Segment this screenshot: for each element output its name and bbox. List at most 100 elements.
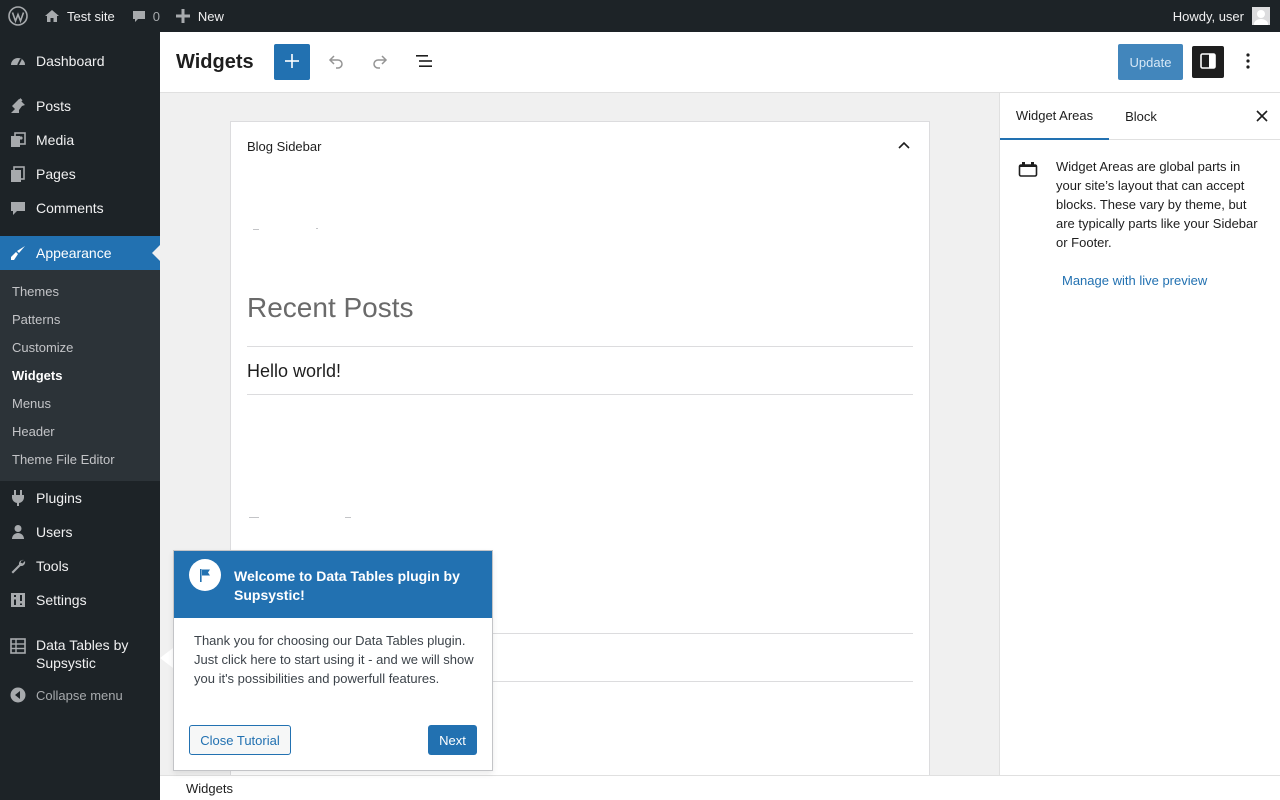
table-icon xyxy=(0,637,36,655)
settings-icon xyxy=(0,591,36,609)
comment-icon xyxy=(0,199,36,217)
sidebar-item-posts[interactable]: Posts xyxy=(0,89,160,123)
tutorial-body: Thank you for choosing our Data Tables p… xyxy=(194,633,474,686)
greeting: Howdy, user xyxy=(1172,8,1244,24)
undo-button[interactable] xyxy=(318,44,354,80)
sidebar-item-users[interactable]: Users xyxy=(0,515,160,549)
site-name: Test site xyxy=(67,8,115,24)
kebab-menu-icon xyxy=(1246,52,1250,73)
faint-mark xyxy=(253,229,259,230)
dashboard-icon xyxy=(0,52,36,70)
sidebar-item-label: Dashboard xyxy=(36,53,105,69)
sidebar-item-media[interactable]: Media xyxy=(0,123,160,157)
sidebar-item-plugins[interactable]: Plugins xyxy=(0,481,160,515)
collapse-arrow-icon xyxy=(0,687,36,703)
next-button[interactable]: Next xyxy=(428,725,477,755)
comment-icon xyxy=(131,8,147,24)
sidebar-item-label: Media xyxy=(36,132,75,148)
avatar xyxy=(1252,7,1270,25)
plugin-icon xyxy=(0,489,36,507)
wrench-icon xyxy=(0,557,36,575)
submenu-item-theme-file-editor[interactable]: Theme File Editor xyxy=(12,452,115,467)
comments-count: 0 xyxy=(152,8,160,24)
settings-sidebar: Widget Areas Block Widget Areas are glob… xyxy=(999,93,1280,775)
tutorial-popover: Welcome to Data Tables plugin by Supsyst… xyxy=(173,550,493,771)
new-content-link[interactable]: New xyxy=(168,0,232,32)
footer-bar: Widgets xyxy=(160,775,1280,800)
sidebar-item-pages[interactable]: Pages xyxy=(0,157,160,191)
collapse-menu-button[interactable]: Collapse menu xyxy=(0,680,160,710)
flag-icon xyxy=(189,559,221,591)
tutorial-header: Welcome to Data Tables plugin by Supsyst… xyxy=(174,551,492,618)
sidebar-item-comments[interactable]: Comments xyxy=(0,191,160,225)
new-label: New xyxy=(197,8,224,24)
sidebar-item-label: Comments xyxy=(36,200,104,216)
redo-button[interactable] xyxy=(362,44,398,80)
submenu-item-header[interactable]: Header xyxy=(12,424,55,439)
comments-link[interactable]: 0 xyxy=(123,0,168,32)
sidebar-tabs: Widget Areas Block xyxy=(1000,93,1280,140)
settings-toggle-button[interactable] xyxy=(1192,46,1224,78)
faint-mark xyxy=(345,517,351,518)
appearance-submenu: Themes Patterns Customize Widgets Menus … xyxy=(0,270,160,481)
pages-icon xyxy=(0,165,36,183)
sidebar-item-label: Plugins xyxy=(36,490,82,506)
tutorial-title: Welcome to Data Tables plugin by Supsyst… xyxy=(234,568,460,603)
wordpress-logo-icon[interactable] xyxy=(0,0,36,32)
sidebar-item-label: Appearance xyxy=(36,245,112,261)
undo-icon xyxy=(327,52,345,73)
close-tutorial-button[interactable]: Close Tutorial xyxy=(189,725,291,755)
sidebar-item-label: Pages xyxy=(36,166,76,182)
breadcrumb[interactable]: Widgets xyxy=(186,781,233,796)
admin-sidebar: Dashboard Posts Media Pages Comments App… xyxy=(0,32,160,800)
sidebar-item-dashboard[interactable]: Dashboard xyxy=(0,44,160,78)
paintbrush-icon xyxy=(0,244,36,262)
divider xyxy=(247,346,913,347)
post-link[interactable]: Hello world! xyxy=(247,361,341,382)
admin-bar: Test site 0 New Howdy, user xyxy=(0,0,1280,32)
submenu-item-themes[interactable]: Themes xyxy=(12,284,59,299)
chevron-up-icon[interactable] xyxy=(897,138,911,153)
widget-area-title[interactable]: Blog Sidebar xyxy=(247,139,321,154)
update-button[interactable]: Update xyxy=(1118,44,1183,80)
tab-block[interactable]: Block xyxy=(1109,93,1173,140)
recent-posts-heading[interactable]: Recent Posts xyxy=(247,292,414,324)
plus-icon xyxy=(175,9,190,23)
media-icon xyxy=(0,131,36,149)
list-view-icon xyxy=(414,51,434,74)
faint-mark xyxy=(249,517,259,518)
tab-widget-areas[interactable]: Widget Areas xyxy=(1000,93,1109,140)
sidebar-toggle-icon xyxy=(1199,52,1217,73)
faint-mark xyxy=(316,228,318,229)
widget-area-icon xyxy=(1018,161,1038,180)
sidebar-item-label: Posts xyxy=(36,98,72,114)
sidebar-item-tools[interactable]: Tools xyxy=(0,549,160,583)
submenu-item-patterns[interactable]: Patterns xyxy=(12,312,60,327)
sidebar-item-settings[interactable]: Settings xyxy=(0,583,160,617)
sidebar-item-label: Data Tables by Supsystic xyxy=(36,637,129,671)
sidebar-item-appearance[interactable]: Appearance xyxy=(0,236,160,270)
manage-live-preview-link[interactable]: Manage with live preview xyxy=(1062,273,1207,288)
my-account-link[interactable]: Howdy, user xyxy=(1165,0,1280,32)
add-block-button[interactable] xyxy=(274,44,310,80)
collapse-menu-label: Collapse menu xyxy=(36,687,123,703)
plus-icon xyxy=(284,53,300,72)
users-icon xyxy=(0,523,36,541)
divider xyxy=(247,394,913,395)
list-view-button[interactable] xyxy=(406,44,442,80)
submenu-item-widgets[interactable]: Widgets xyxy=(12,368,62,383)
home-icon xyxy=(44,8,60,24)
site-name-link[interactable]: Test site xyxy=(36,0,123,32)
sidebar-item-label: Tools xyxy=(36,558,69,574)
sidebar-item-data-tables[interactable]: Data Tables by Supsystic xyxy=(0,628,160,674)
more-options-button[interactable] xyxy=(1232,46,1264,78)
sidebar-item-label: Settings xyxy=(36,592,87,608)
submenu-item-menus[interactable]: Menus xyxy=(12,396,51,411)
submenu-item-customize[interactable]: Customize xyxy=(12,340,73,355)
editor-header: Widgets Update xyxy=(160,32,1280,93)
redo-icon xyxy=(371,52,389,73)
pushpin-icon xyxy=(0,97,36,115)
widget-areas-description: Widget Areas are global parts in your si… xyxy=(1056,159,1258,250)
popover-arrow xyxy=(160,648,173,668)
close-icon[interactable] xyxy=(1253,107,1271,128)
